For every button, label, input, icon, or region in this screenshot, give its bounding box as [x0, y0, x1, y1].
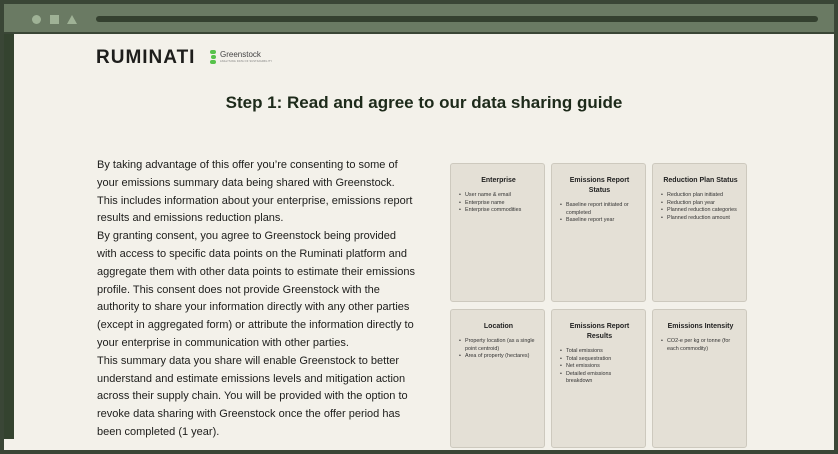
address-bar[interactable] [96, 16, 818, 22]
card-item: Total sequestration [560, 356, 639, 364]
card-item: Net emissions [560, 363, 639, 371]
card-list: Reduction plan initiated Reduction plan … [661, 192, 740, 222]
card-emissions-report-status: Emissions Report Status Baseline report … [551, 163, 646, 302]
greenstock-tagline: ANALYSING DATA OF SUSTAINABILITY [220, 60, 273, 63]
card-item: Area of property (hectares) [459, 353, 538, 361]
card-list: Total emissions Total sequestration Net … [560, 348, 639, 386]
consent-paragraph: By taking advantage of this offer you’re… [97, 159, 413, 225]
card-item: Enterprise commodities [459, 207, 538, 215]
ruminati-logo: RUMINATI [96, 47, 196, 68]
square-control-icon[interactable] [50, 15, 59, 24]
consent-paragraph: By granting consent, you agree to Greens… [97, 230, 415, 349]
card-item: Detailed emissions breakdown [560, 371, 639, 386]
card-emissions-intensity: Emissions Intensity CO2-e per kg or tonn… [652, 309, 747, 448]
card-item: Baseline report year [560, 217, 639, 225]
card-list: CO2-e per kg or tonne (for each commodit… [661, 338, 740, 353]
greenstock-logo-icon [210, 50, 216, 64]
card-list: User name & email Enterprise name Enterp… [459, 192, 538, 215]
left-edge-strip [4, 34, 14, 439]
card-item: Enterprise name [459, 200, 538, 208]
circle-control-icon[interactable] [32, 15, 41, 24]
card-title: Reduction Plan Status [663, 177, 738, 184]
card-item: Baseline report initiated or completed [560, 202, 639, 217]
card-enterprise: Enterprise User name & email Enterprise … [450, 163, 545, 302]
card-reduction-plan-status: Reduction Plan Status Reduction plan ini… [652, 163, 747, 302]
card-item: CO2-e per kg or tonne (for each commodit… [661, 338, 740, 353]
card-item: Reduction plan year [661, 200, 740, 208]
card-list: Baseline report initiated or completed B… [560, 202, 639, 225]
title-bar [4, 4, 834, 34]
page-content: RUMINATI Greenstock ANALYSING DATA OF SU… [14, 36, 834, 450]
card-location: Location Property location (as a single … [450, 309, 545, 448]
consent-text: By taking advantage of this offer you’re… [97, 157, 417, 442]
card-item: Planned reduction categories [661, 207, 740, 215]
card-item: Planned reduction amount [661, 215, 740, 223]
card-title: Emissions Report Status [569, 177, 630, 194]
card-item: Total emissions [560, 348, 639, 356]
consent-paragraph: This summary data you share will enable … [97, 354, 408, 438]
data-points-grid: Enterprise User name & email Enterprise … [450, 163, 748, 448]
page-title: Step 1: Read and agree to our data shari… [225, 93, 623, 112]
card-list: Property location (as a single point cen… [459, 338, 538, 361]
card-title: Enterprise [481, 177, 516, 184]
card-title: Emissions Intensity [667, 323, 734, 330]
card-item: Property location (as a single point cen… [459, 338, 538, 353]
card-title: Location [483, 323, 514, 330]
greenstock-name: Greenstock [220, 50, 261, 59]
triangle-control-icon[interactable] [67, 15, 77, 24]
card-item: User name & email [459, 192, 538, 200]
card-item: Reduction plan initiated [661, 192, 740, 200]
browser-window: RUMINATI Greenstock ANALYSING DATA OF SU… [0, 0, 838, 454]
card-emissions-report-results: Emissions Report Results Total emissions… [551, 309, 646, 448]
card-title: Emissions Report Results [569, 323, 630, 340]
